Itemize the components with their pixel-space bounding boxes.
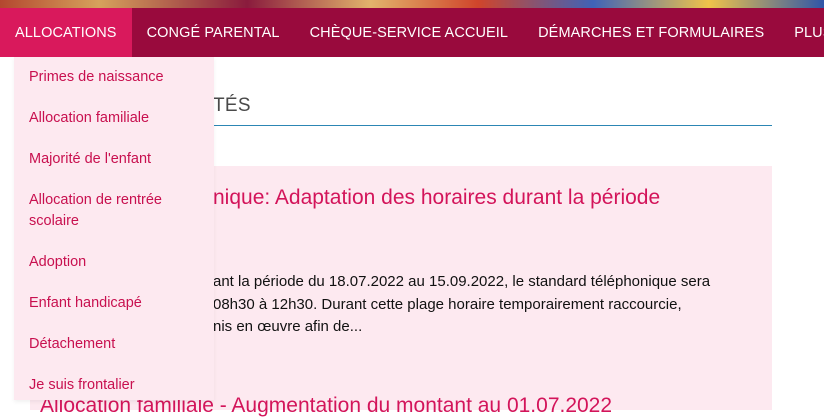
main-navigation: ALLOCATIONS CONGÉ PARENTAL CHÈQUE-SERVIC… — [0, 8, 824, 57]
dropdown-item-allocation-familiale[interactable]: Allocation familiale — [29, 108, 204, 129]
nav-item-cheque-service-accueil[interactable]: CHÈQUE-SERVICE ACCUEIL — [295, 8, 524, 57]
nav-item-demarches-formulaires[interactable]: DÉMARCHES ET FORMULAIRES — [523, 8, 779, 57]
news-excerpt-line-2: 08h30 à 12h30. Durant cette plage horair… — [213, 295, 682, 313]
nav-item-plus[interactable]: PLUS — [779, 8, 824, 57]
section-title: TÉS — [213, 95, 251, 116]
nav-item-conge-parental[interactable]: CONGÉ PARENTAL — [132, 8, 295, 57]
dropdown-item-je-suis-frontalier[interactable]: Je suis frontalier — [29, 375, 204, 396]
news-excerpt: ant la période du 18.07.2022 au 15.09.20… — [213, 271, 753, 339]
dropdown-item-adoption[interactable]: Adoption — [29, 252, 204, 273]
dropdown-item-allocation-rentree-scolaire[interactable]: Allocation de rentrée scolaire — [29, 190, 204, 232]
news-excerpt-line-1: ant la période du 18.07.2022 au 15.09.20… — [213, 273, 711, 290]
news-title-link[interactable]: nique: Adaptation des horaires durant la… — [213, 186, 660, 210]
nav-item-allocations[interactable]: ALLOCATIONS — [0, 8, 132, 57]
dropdown-item-enfant-handicape[interactable]: Enfant handicapé — [29, 293, 204, 314]
news-excerpt-line-3: nis en œuvre afin de... — [213, 318, 363, 335]
allocations-dropdown-menu: Primes de naissance Allocation familiale… — [14, 57, 214, 400]
header-banner-image — [0, 0, 824, 8]
dropdown-item-primes-de-naissance[interactable]: Primes de naissance — [29, 67, 204, 88]
dropdown-item-majorite-enfant[interactable]: Majorité de l'enfant — [29, 149, 204, 170]
dropdown-item-detachement[interactable]: Détachement — [29, 334, 204, 355]
